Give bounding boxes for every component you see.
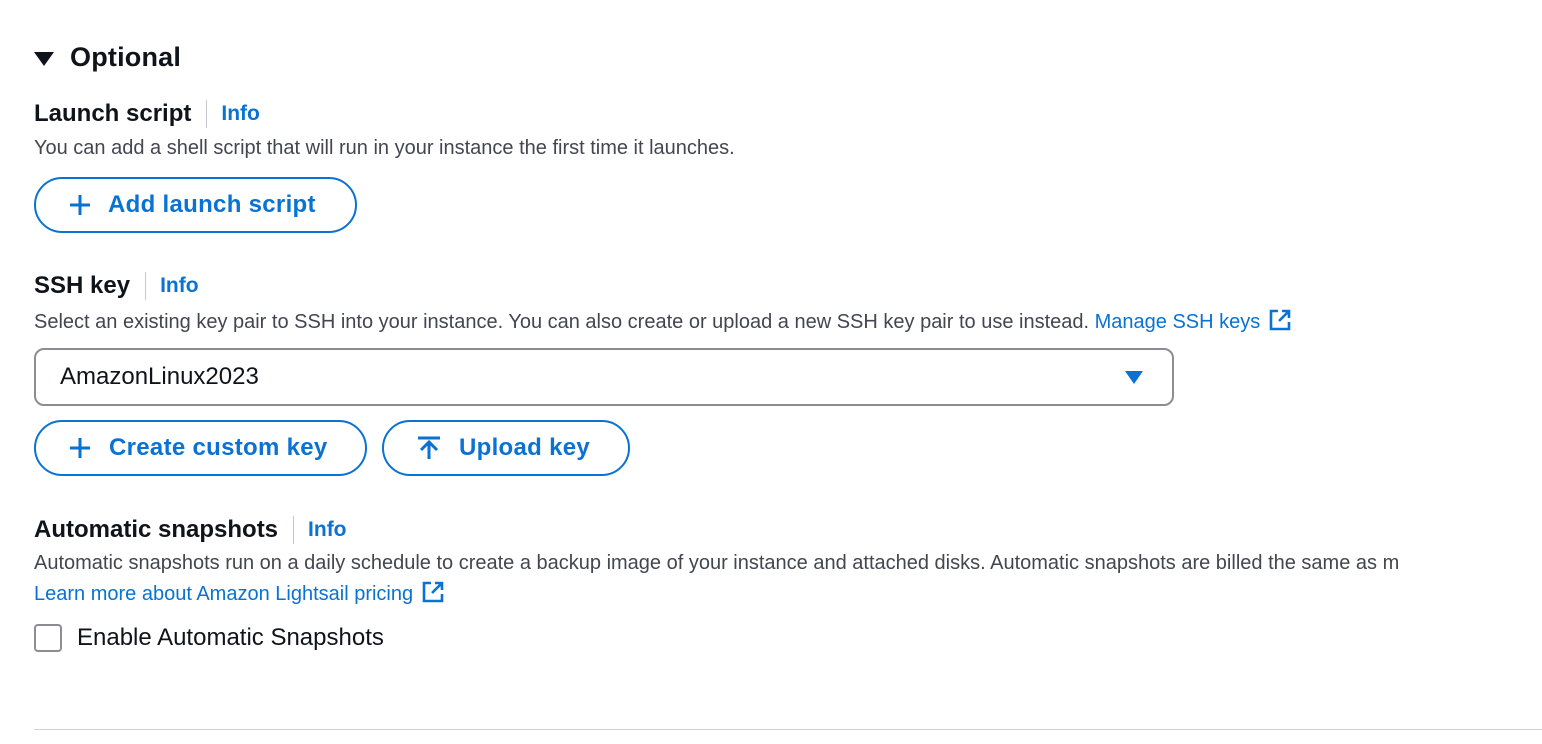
upload-icon — [416, 435, 442, 461]
label-divider — [145, 272, 147, 300]
lightsail-pricing-label: Learn more about Amazon Lightsail pricin… — [34, 583, 414, 605]
add-launch-script-label: Add launch script — [108, 191, 316, 218]
upload-key-button[interactable]: Upload key — [382, 420, 630, 476]
upload-key-label: Upload key — [459, 434, 591, 461]
launch-script-description: You can add a shell script that will run… — [34, 137, 735, 159]
section-title: Optional — [70, 42, 182, 72]
manage-ssh-keys-link[interactable]: Manage SSH keys — [1094, 309, 1293, 333]
label-divider — [206, 100, 208, 128]
create-custom-key-button[interactable]: Create custom key — [34, 420, 367, 476]
manage-ssh-keys-label: Manage SSH keys — [1094, 311, 1261, 333]
enable-snapshots-row[interactable]: Enable Automatic Snapshots — [34, 624, 384, 652]
automatic-snapshots-label-row: Automatic snapshots Info — [34, 516, 347, 544]
optional-section-toggle[interactable]: Optional — [34, 42, 181, 73]
add-launch-script-button[interactable]: Add launch script — [34, 177, 357, 233]
automatic-snapshots-label: Automatic snapshots — [34, 516, 279, 543]
label-divider — [293, 516, 295, 544]
ssh-key-select[interactable]: AmazonLinux2023 — [34, 348, 1174, 406]
ssh-key-selected-value: AmazonLinux2023 — [60, 363, 259, 390]
enable-snapshots-checkbox[interactable] — [34, 624, 62, 652]
external-link-icon — [421, 580, 445, 610]
dropdown-caret-icon — [1125, 370, 1143, 384]
ssh-key-label-row: SSH key Info — [34, 272, 199, 300]
ssh-key-description: Select an existing key pair to SSH into … — [34, 308, 1292, 338]
plus-icon — [68, 193, 92, 217]
create-custom-key-label: Create custom key — [109, 434, 328, 461]
plus-icon — [68, 436, 92, 460]
launch-script-label-row: Launch script Info — [34, 100, 260, 128]
pricing-link-row: Learn more about Amazon Lightsail pricin… — [34, 580, 445, 610]
ssh-key-label: SSH key — [34, 272, 131, 299]
automatic-snapshots-info-link[interactable]: Info — [308, 518, 346, 542]
ssh-key-info-link[interactable]: Info — [160, 274, 198, 298]
section-divider — [34, 729, 1542, 730]
caret-down-icon — [34, 51, 54, 66]
external-link-icon — [1268, 308, 1292, 338]
page: Optional Launch script Info You can add … — [0, 0, 1542, 744]
ssh-key-description-text: Select an existing key pair to SSH into … — [34, 311, 1090, 333]
enable-snapshots-label: Enable Automatic Snapshots — [77, 624, 384, 651]
launch-script-label: Launch script — [34, 100, 192, 127]
lightsail-pricing-link[interactable]: Learn more about Amazon Lightsail pricin… — [34, 581, 445, 605]
automatic-snapshots-description: Automatic snapshots run on a daily sched… — [34, 552, 1400, 574]
launch-script-info-link[interactable]: Info — [221, 102, 259, 126]
